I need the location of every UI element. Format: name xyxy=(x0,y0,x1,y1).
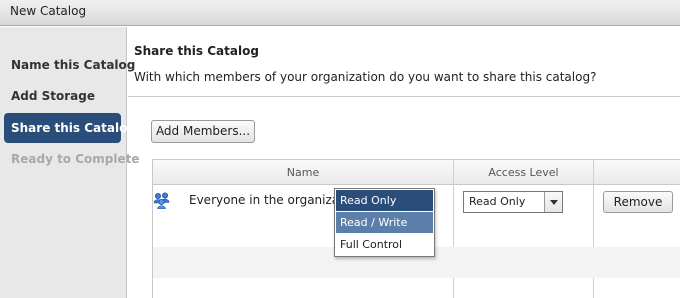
table-header: Name Access Level xyxy=(153,160,680,185)
main-panel: Share this Catalog With which members of… xyxy=(128,27,680,298)
add-members-button[interactable]: Add Members... xyxy=(151,120,255,143)
column-header-access-level[interactable]: Access Level xyxy=(454,160,593,185)
column-header-name[interactable]: Name xyxy=(153,160,453,185)
table-row xyxy=(153,278,680,298)
divider xyxy=(128,96,680,97)
page-heading: Share this Catalog xyxy=(134,44,259,58)
chevron-down-icon xyxy=(550,200,558,205)
dropdown-button[interactable] xyxy=(544,192,562,212)
option-read-write[interactable]: Read / Write xyxy=(336,212,433,233)
option-full-control[interactable]: Full Control xyxy=(336,234,433,255)
step-add-storage[interactable]: Add Storage xyxy=(4,81,121,111)
group-icon xyxy=(153,191,171,210)
step-share-this-catalog[interactable]: Share this Catalog xyxy=(4,113,136,143)
remove-button[interactable]: Remove xyxy=(603,191,673,213)
title-bar: New Catalog xyxy=(0,0,680,26)
window-title: New Catalog xyxy=(10,4,87,18)
access-level-value: Read Only xyxy=(469,195,526,208)
option-read-only[interactable]: Read Only xyxy=(336,190,433,211)
wizard-sidebar: Name this Catalog Add Storage Share this… xyxy=(0,27,140,298)
access-level-select[interactable]: Read Only xyxy=(463,191,563,213)
access-level-dropdown-list: Read Only Read / Write Full Control xyxy=(334,188,435,257)
step-ready-to-complete: Ready to Complete xyxy=(11,152,140,166)
share-question: With which members of your organization … xyxy=(134,70,597,84)
step-name-this-catalog[interactable]: Name this Catalog xyxy=(4,50,135,80)
